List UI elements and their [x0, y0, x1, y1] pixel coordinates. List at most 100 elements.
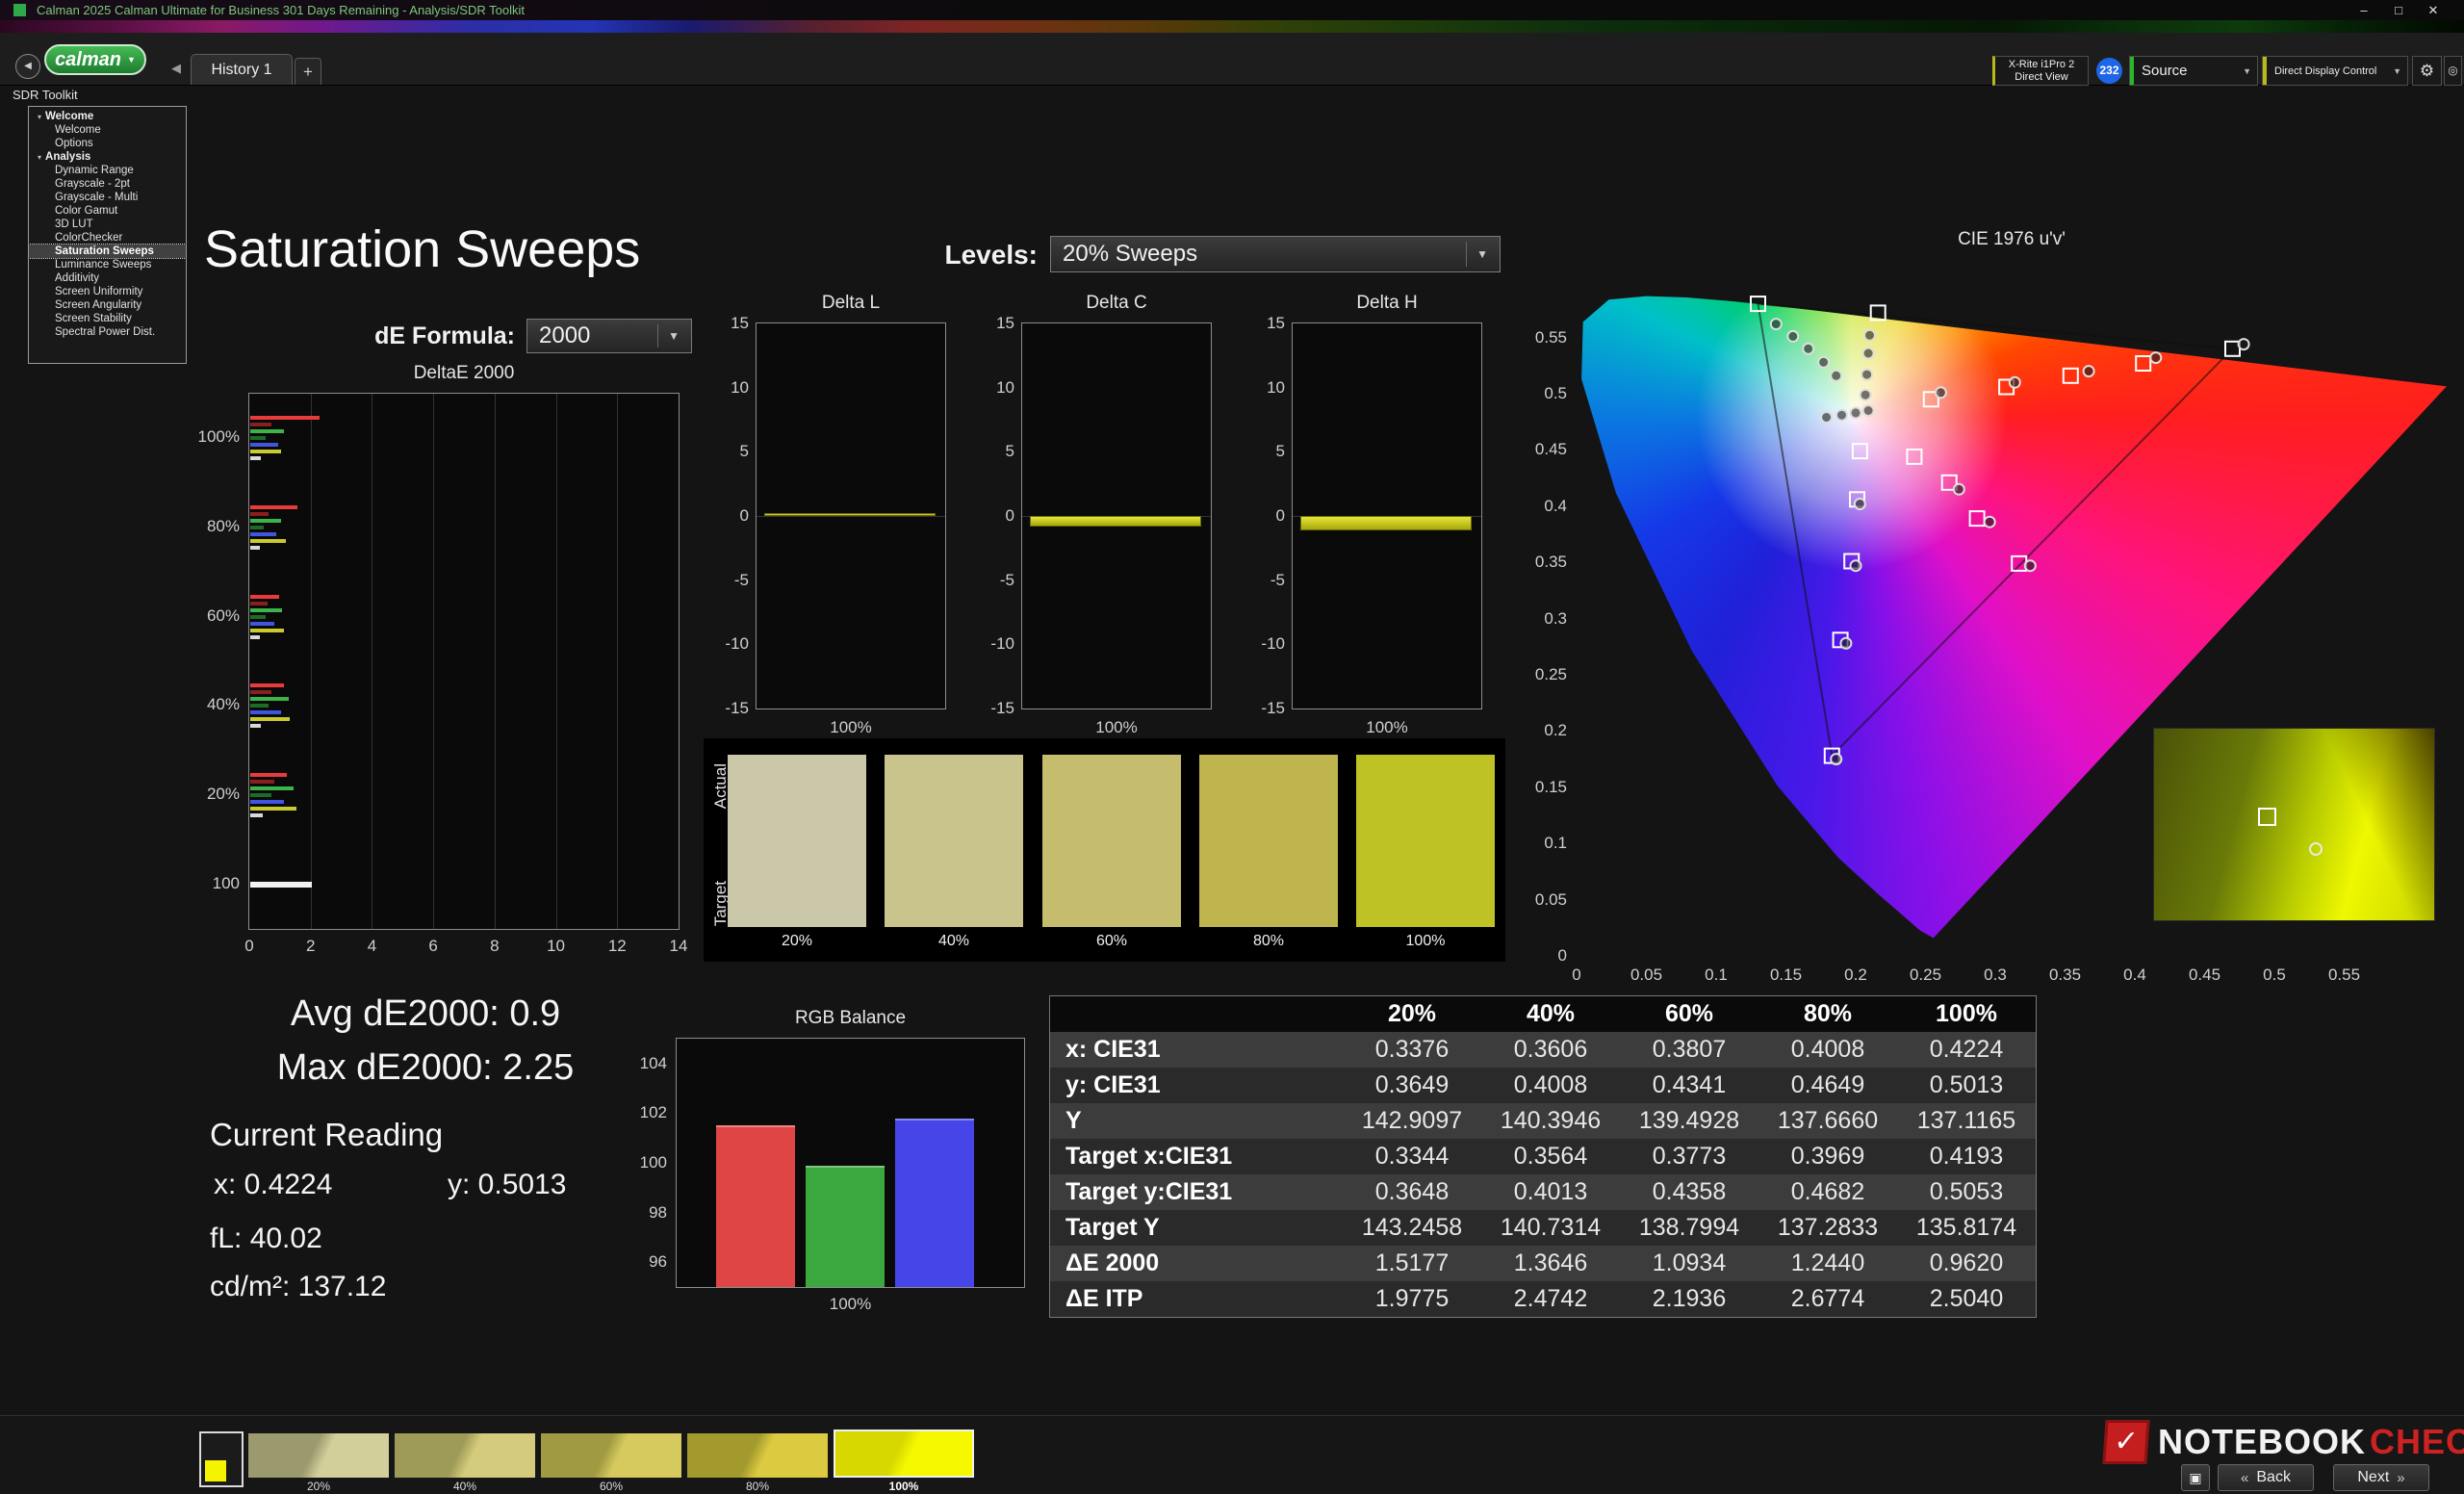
display-accent-bar: [2263, 57, 2267, 85]
layout-grid-button[interactable]: ▣: [2181, 1464, 2210, 1491]
app-icon: [13, 4, 26, 16]
sweep-thumbnail-60[interactable]: [541, 1433, 681, 1478]
chevron-down-icon: ▼: [127, 55, 136, 64]
tree-item-color-gamut[interactable]: Color Gamut: [29, 204, 186, 218]
tree-section-analysis[interactable]: ▾Analysis: [29, 150, 186, 164]
source-dropdown[interactable]: Source ▼: [2129, 56, 2258, 86]
back-double-arrow-icon: «: [2241, 1470, 2248, 1486]
tree-item-luminance-sweeps[interactable]: Luminance Sweeps: [29, 258, 186, 271]
brand-text-check: CHECK: [2370, 1422, 2464, 1462]
table-row-label-target-y: Target Y: [1050, 1210, 1343, 1246]
calman-logo-button[interactable]: calman ▼: [44, 44, 146, 75]
table-row-label-e-2000: ΔE 2000: [1050, 1246, 1343, 1281]
meter-line1: X-Rite i1Pro 2: [1995, 59, 2088, 71]
table-row-label-target-x-cie31: Target x:CIE31: [1050, 1139, 1343, 1174]
levels-dropdown[interactable]: 20% Sweeps ▼: [1050, 236, 1501, 272]
max-de2000-value: Max dE2000: 2.25: [204, 1047, 647, 1089]
settings-gear-button[interactable]: ⚙: [2412, 56, 2442, 86]
next-double-arrow-icon: »: [2397, 1470, 2404, 1486]
de-formula-value: 2000: [539, 322, 590, 349]
chevron-down-icon: ▼: [2393, 66, 2401, 76]
de-formula-label: dE Formula:: [337, 322, 515, 350]
tree-item-grayscale-multi[interactable]: Grayscale - Multi: [29, 191, 186, 204]
tree-item-dynamic-range[interactable]: Dynamic Range: [29, 164, 186, 177]
back-button[interactable]: « Back: [2218, 1464, 2314, 1491]
target-icon-button[interactable]: ◎: [2444, 56, 2462, 86]
patch-80: [1199, 755, 1338, 927]
current-x-value: x: 0.4224: [214, 1169, 332, 1201]
patch-60: [1042, 755, 1181, 927]
avg-de2000-value: Avg dE2000: 0.9: [204, 993, 647, 1035]
sweep-thumbnail-40[interactable]: [395, 1433, 535, 1478]
app-window: Calman 2025 Calman Ultimate for Business…: [0, 0, 2464, 1494]
sweep-thumbnail-100[interactable]: [834, 1430, 974, 1478]
page-title: Saturation Sweeps: [204, 219, 640, 279]
cie-1976-chart: 00.050.10.150.20.250.30.350.40.450.50.55…: [1577, 270, 2447, 956]
workflow-tree: ▾WelcomeWelcomeOptions▾AnalysisDynamic R…: [28, 106, 187, 364]
rgb-balance-chart: RGB Balance1041021009896100%: [676, 1038, 1025, 1288]
patch-20: [728, 755, 866, 927]
meter-line2: Direct View: [1995, 71, 2088, 84]
table-row-label-e-itp: ΔE ITP: [1050, 1281, 1343, 1317]
de-formula-dropdown[interactable]: 2000 ▼: [526, 319, 692, 353]
meter-count-badge: 232: [2096, 58, 2122, 84]
notebookcheck-logo: ✓ NOTEBOOK CHECK: [2104, 1418, 2464, 1466]
chevron-down-icon: ▼: [1466, 242, 1488, 266]
source-label: Source: [2142, 63, 2188, 79]
tree-item-colorchecker[interactable]: ColorChecker: [29, 231, 186, 245]
meter-button[interactable]: X-Rite i1Pro 2 Direct View: [1992, 56, 2089, 86]
current-fl-value: fL: 40.02: [210, 1223, 322, 1255]
tree-item-3d-lut[interactable]: 3D LUT: [29, 218, 186, 231]
tree-item-screen-stability[interactable]: Screen Stability: [29, 312, 186, 325]
next-button[interactable]: Next »: [2333, 1464, 2429, 1491]
notebookcheck-check-icon: ✓: [2102, 1420, 2149, 1464]
deltae2000-chart: DeltaE 200002468101214100%80%60%40%20%10…: [248, 393, 680, 930]
cie-inset-zoom: [2153, 728, 2435, 921]
table-row-label-x-cie31: x: CIE31: [1050, 1032, 1343, 1068]
maximize-button[interactable]: □: [2383, 0, 2414, 20]
chevron-down-icon: ▼: [2243, 66, 2251, 76]
table-row-label-y-cie31: y: CIE31: [1050, 1068, 1343, 1103]
tree-item-screen-angularity[interactable]: Screen Angularity: [29, 298, 186, 312]
color-patches-panel: ActualTarget20%40%60%80%100%: [704, 738, 1505, 962]
tab-add-button[interactable]: +: [295, 58, 321, 85]
delta-c-chart: Delta C151050-5-10-15100%: [1021, 322, 1212, 709]
chevron-down-icon: ▼: [657, 324, 680, 348]
minimize-button[interactable]: –: [2348, 0, 2379, 20]
tree-item-screen-uniformity[interactable]: Screen Uniformity: [29, 285, 186, 298]
table-row-label-y: Y: [1050, 1103, 1343, 1139]
patch-40: [885, 755, 1023, 927]
sweep-thumbnail-20[interactable]: [248, 1433, 389, 1478]
display-control-label: Direct Display Control: [2274, 65, 2376, 77]
tree-item-spectral-power-dist[interactable]: Spectral Power Dist.: [29, 325, 186, 339]
current-reading-label: Current Reading: [210, 1117, 443, 1153]
spectrum-strip: [0, 20, 2464, 33]
delta-l-chart: Delta L151050-5-10-15100%: [756, 322, 946, 709]
tab-history-1[interactable]: History 1: [191, 54, 293, 85]
sidebar-collapse-button[interactable]: ◀: [15, 54, 40, 79]
window-title: Calman 2025 Calman Ultimate for Business…: [37, 3, 525, 17]
tree-item-welcome[interactable]: Welcome: [29, 123, 186, 137]
bottom-bar: ✓ NOTEBOOK CHECK ▣ « Back Next » 20%40%6…: [0, 1415, 2464, 1494]
next-label: Next: [2357, 1469, 2389, 1486]
tab-scroll-left-icon[interactable]: ◀: [171, 61, 181, 76]
tree-item-grayscale-2pt[interactable]: Grayscale - 2pt: [29, 177, 186, 191]
tree-section-welcome[interactable]: ▾Welcome: [29, 110, 186, 123]
current-y-value: y: 0.5013: [448, 1169, 566, 1201]
brand-text-notebook: NOTEBOOK: [2158, 1422, 2366, 1462]
titlebar: Calman 2025 Calman Ultimate for Business…: [0, 0, 2464, 20]
sweep-thumbnail-80[interactable]: [687, 1433, 828, 1478]
table-row-label-target-y-cie31: Target y:CIE31: [1050, 1174, 1343, 1210]
delta-h-chart: Delta H151050-5-10-15100%: [1292, 322, 1482, 709]
calman-logo-label: calman: [55, 49, 121, 71]
close-button[interactable]: ✕: [2418, 0, 2449, 20]
workflow-title: SDR Toolkit: [13, 88, 78, 102]
display-control-dropdown[interactable]: Direct Display Control ▼: [2262, 56, 2408, 86]
toolbar: [0, 33, 2464, 86]
tree-item-saturation-sweeps[interactable]: Saturation Sweeps: [29, 245, 186, 258]
levels-value: 20% Sweeps: [1063, 241, 1197, 268]
tree-item-options[interactable]: Options: [29, 137, 186, 150]
tree-item-additivity[interactable]: Additivity: [29, 271, 186, 285]
source-accent-bar: [2130, 57, 2134, 85]
active-color-tile[interactable]: [199, 1431, 244, 1487]
